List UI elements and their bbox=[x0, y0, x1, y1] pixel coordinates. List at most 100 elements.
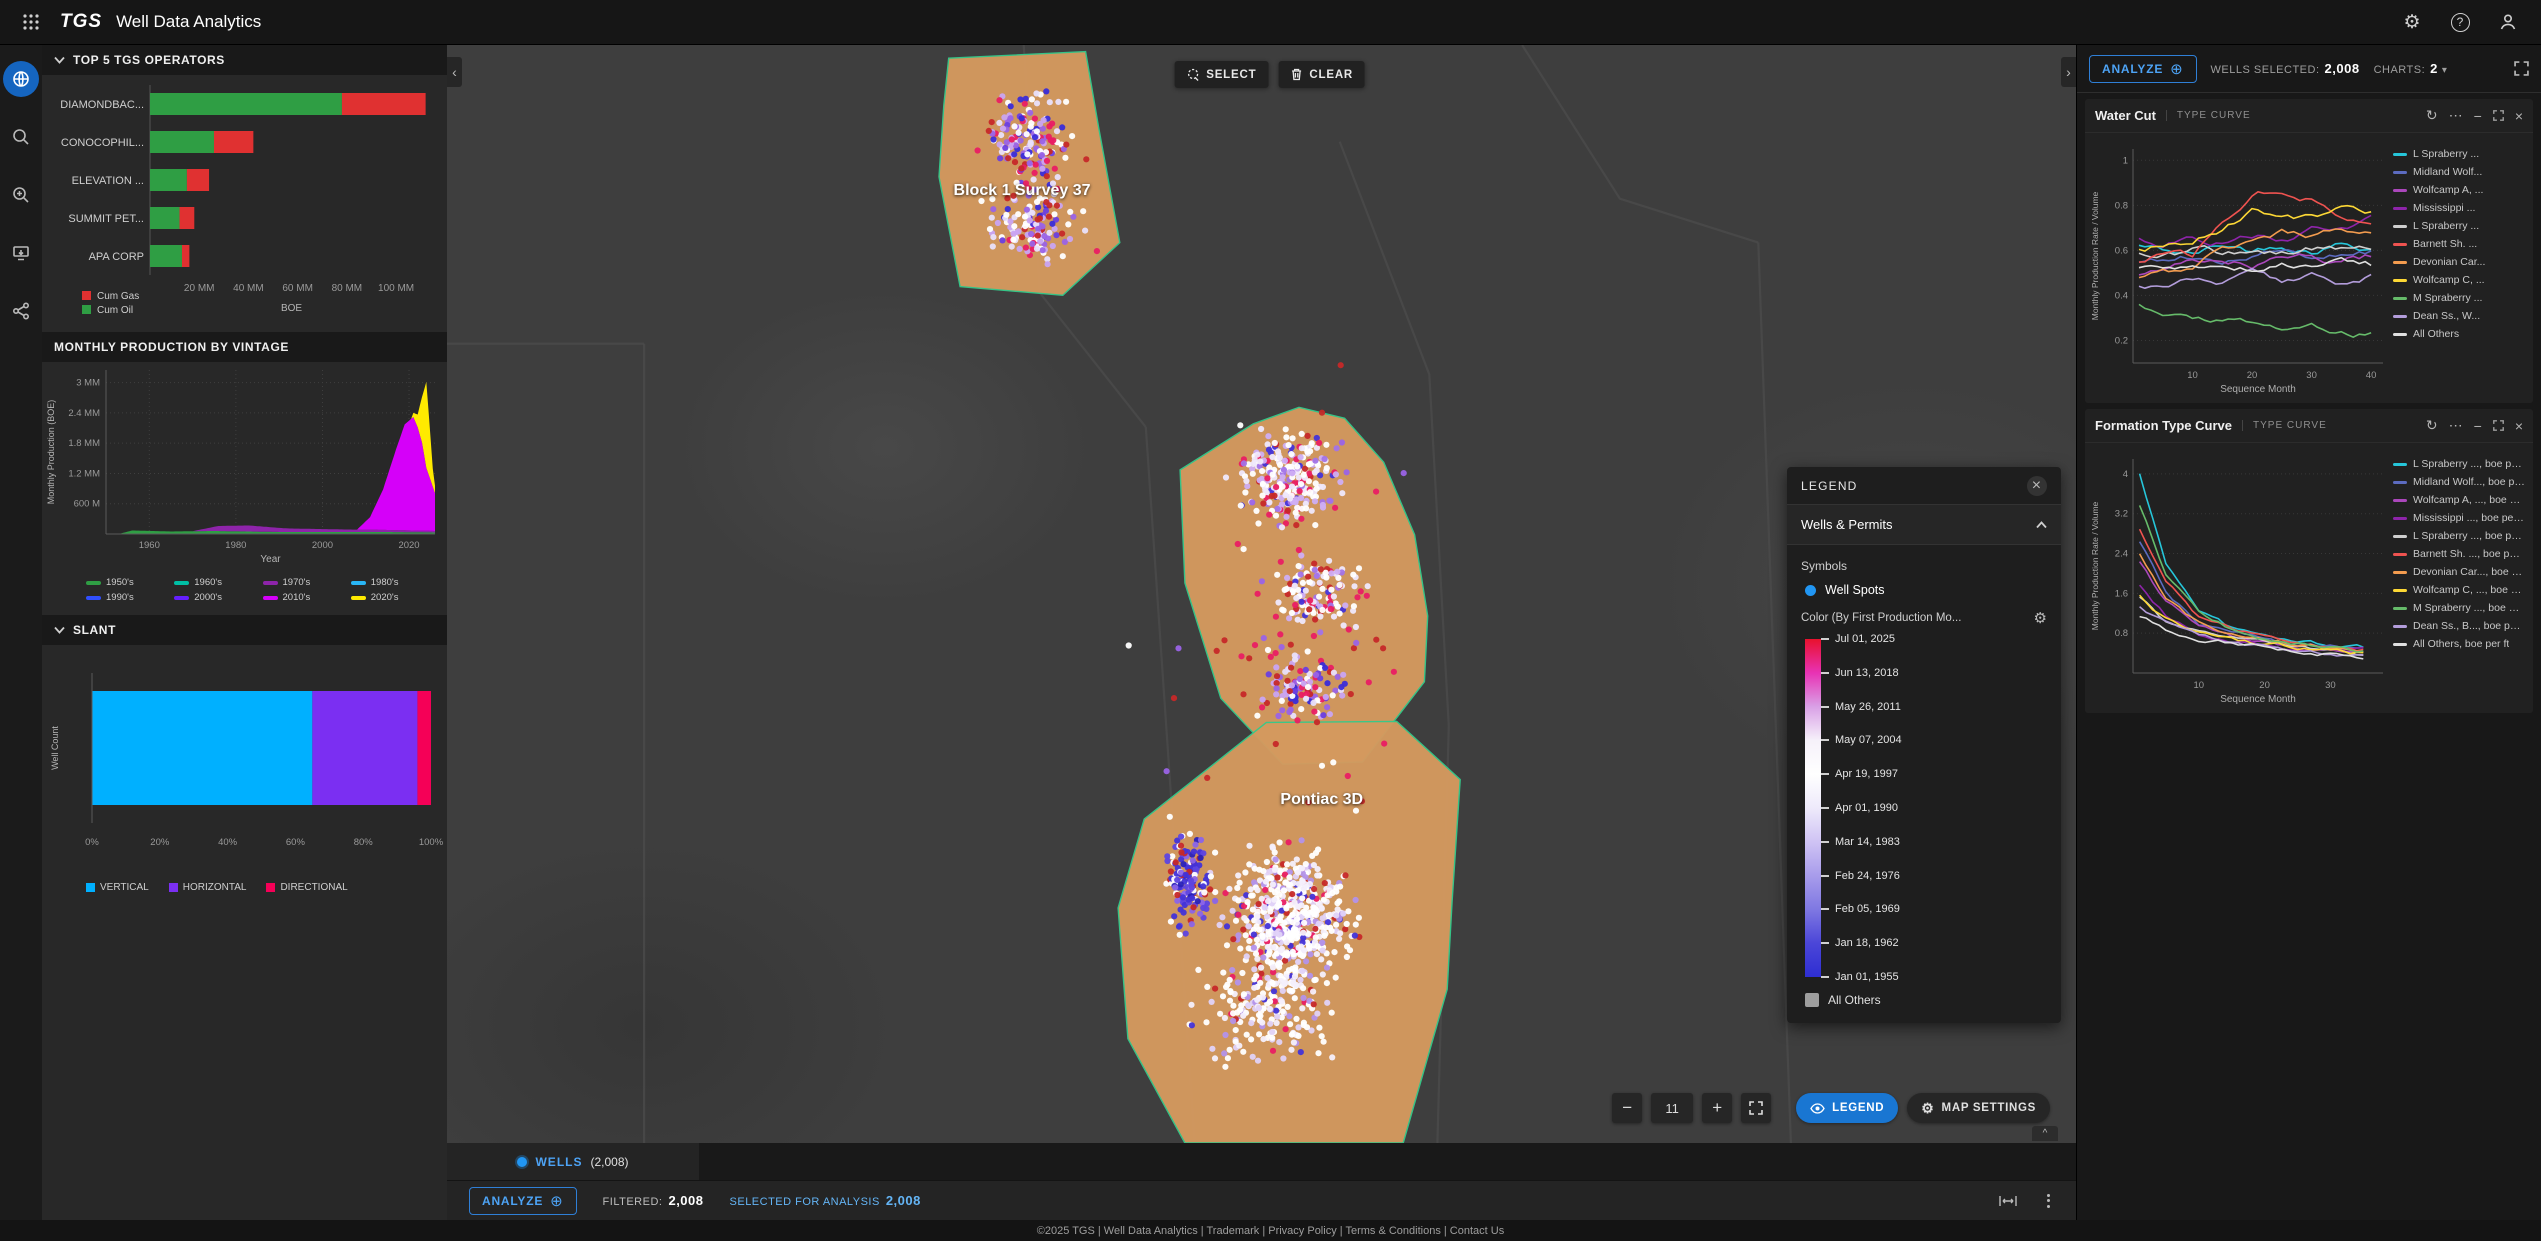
collapse-left-panel-button[interactable]: ‹ bbox=[447, 57, 462, 87]
minimize-icon[interactable]: − bbox=[2474, 108, 2482, 124]
share-tool-button[interactable] bbox=[3, 293, 39, 329]
legend-item[interactable]: 1960's bbox=[174, 577, 256, 588]
legend-label: Barnett Sh. ... bbox=[2413, 238, 2477, 250]
tab-wells[interactable]: WELLS (2,008) bbox=[447, 1143, 699, 1180]
map-fullscreen-button[interactable] bbox=[1741, 1093, 1771, 1123]
legend-item[interactable]: 1970's bbox=[263, 577, 345, 588]
svg-text:Well Count: Well Count bbox=[50, 726, 60, 770]
chart-legend-item[interactable]: Wolfcamp C, ... bbox=[2393, 271, 2525, 289]
chart-legend-item[interactable]: Wolfcamp A, ..., boe per ft bbox=[2393, 491, 2525, 509]
color-by-row: Color (By First Production Mo... ⚙ bbox=[1801, 609, 2047, 627]
gradient-tick bbox=[1821, 875, 1829, 877]
all-others-swatch bbox=[1805, 993, 1819, 1007]
collapse-bottom-panel-button[interactable]: ^ bbox=[2032, 1126, 2058, 1141]
close-icon[interactable]: × bbox=[2515, 418, 2523, 434]
expand-icon[interactable] bbox=[2493, 420, 2504, 431]
legend-swatch bbox=[174, 581, 189, 585]
legend-button[interactable]: LEGEND bbox=[1796, 1093, 1898, 1123]
tgs-logo: TGS bbox=[60, 11, 102, 33]
legend-item[interactable]: 2020's bbox=[351, 592, 433, 603]
chart-legend-item[interactable]: All Others bbox=[2393, 325, 2525, 343]
legend-item[interactable]: 1990's bbox=[86, 592, 168, 603]
chart-legend-item[interactable]: Wolfcamp C, ..., boe per ft bbox=[2393, 581, 2525, 599]
operators-section-header[interactable]: TOP 5 TGS OPERATORS bbox=[42, 45, 447, 75]
chart-legend-item[interactable]: Dean Ss., W... bbox=[2393, 307, 2525, 325]
search-wells-tool-button[interactable] bbox=[3, 177, 39, 213]
gradient-date-label: May 26, 2011 bbox=[1835, 701, 1901, 713]
legend-item[interactable]: 1950's bbox=[86, 577, 168, 588]
legend-item[interactable]: VERTICAL bbox=[86, 882, 149, 893]
chart-legend-item[interactable]: Barnett Sh. ... bbox=[2393, 235, 2525, 253]
color-settings-gear-icon[interactable]: ⚙ bbox=[2034, 609, 2047, 627]
legend-item[interactable]: 2010's bbox=[263, 592, 345, 603]
account-icon[interactable] bbox=[2493, 7, 2523, 37]
footer-links[interactable]: ©2025 TGS | Well Data Analytics | Tradem… bbox=[1037, 1225, 1504, 1237]
settings-gear-icon[interactable]: ⚙ bbox=[2397, 7, 2427, 37]
zoom-out-button[interactable]: − bbox=[1612, 1093, 1642, 1123]
svg-text:100 MM: 100 MM bbox=[378, 283, 414, 294]
chart-legend-item[interactable]: Mississippi ... bbox=[2393, 199, 2525, 217]
chart-legend-item[interactable]: Dean Ss., B..., boe per ft bbox=[2393, 617, 2525, 635]
map-settings-button[interactable]: ⚙ MAP SETTINGS bbox=[1907, 1093, 2050, 1123]
gear-icon: ⚙ bbox=[1921, 1100, 1934, 1117]
more-options-icon[interactable]: ⋯ bbox=[2449, 107, 2463, 124]
legend-label: HORIZONTAL bbox=[183, 882, 247, 893]
slant-section-header[interactable]: SLANT bbox=[42, 615, 447, 645]
panel-fullscreen-button[interactable] bbox=[2514, 61, 2529, 76]
chart-legend-item[interactable]: L Spraberry ..., boe per ft bbox=[2393, 527, 2525, 545]
search-tool-button[interactable] bbox=[3, 119, 39, 155]
svg-text:600 M: 600 M bbox=[74, 499, 100, 510]
map-canvas[interactable]: SELECT CLEAR ‹ › LEGEND × We bbox=[447, 45, 2076, 1143]
legend-label: 1970's bbox=[283, 577, 311, 588]
charts-dropdown[interactable]: CHARTS:2▾ bbox=[2374, 61, 2448, 76]
chart-legend-item[interactable]: Barnett Sh. ..., boe per ft bbox=[2393, 545, 2525, 563]
more-options-icon[interactable]: ⋯ bbox=[2449, 417, 2463, 434]
minimize-icon[interactable]: − bbox=[2474, 418, 2482, 434]
chart-legend-item[interactable]: Midland Wolf..., boe per ft bbox=[2393, 473, 2525, 491]
map-tool-button[interactable] bbox=[3, 61, 39, 97]
chart-legend-item[interactable]: Devonian Car... bbox=[2393, 253, 2525, 271]
svg-text:Monthly Production Rate / Volu: Monthly Production Rate / Volume bbox=[2090, 191, 2100, 320]
chart-legend-item[interactable]: L Spraberry ... bbox=[2393, 217, 2525, 235]
symbols-label: Symbols bbox=[1801, 559, 2047, 573]
legend-section-wells-permits[interactable]: Wells & Permits bbox=[1787, 505, 2061, 545]
help-icon[interactable]: ? bbox=[2445, 7, 2475, 37]
chart-legend-item[interactable]: M Spraberry ... bbox=[2393, 289, 2525, 307]
export-tool-button[interactable] bbox=[3, 235, 39, 271]
legend-item[interactable]: 2000's bbox=[174, 592, 256, 603]
chart-legend-item[interactable]: Wolfcamp A, ... bbox=[2393, 181, 2525, 199]
collapse-right-panel-button[interactable]: › bbox=[2061, 57, 2076, 87]
svg-text:1: 1 bbox=[2123, 155, 2128, 166]
select-button[interactable]: SELECT bbox=[1174, 61, 1268, 88]
chart-legend-item[interactable]: Devonian Car..., boe per ft bbox=[2393, 563, 2525, 581]
expand-width-button[interactable] bbox=[1999, 1195, 2017, 1207]
more-options-button[interactable] bbox=[2043, 1190, 2054, 1212]
chart-legend-item[interactable]: L Spraberry ..., boe per ft bbox=[2393, 455, 2525, 473]
chart-legend-item[interactable]: Mississippi ..., boe per ft bbox=[2393, 509, 2525, 527]
legend-label: All Others bbox=[2413, 328, 2459, 340]
gradient-tick bbox=[1821, 841, 1829, 843]
close-icon[interactable]: × bbox=[2515, 108, 2523, 124]
chart-legend-item[interactable]: All Others, boe per ft bbox=[2393, 635, 2525, 653]
chart-legend-item[interactable]: M Spraberry ..., boe per ft bbox=[2393, 599, 2525, 617]
chart-legend-item[interactable]: L Spraberry ... bbox=[2393, 145, 2525, 163]
legend-item[interactable]: DIRECTIONAL bbox=[266, 882, 347, 893]
svg-text:80 MM: 80 MM bbox=[332, 283, 363, 294]
legend-item[interactable]: HORIZONTAL bbox=[169, 882, 247, 893]
right-analytics-panel: ANALYZE⊕ WELLS SELECTED:2,008 CHARTS:2▾ … bbox=[2076, 45, 2541, 1220]
analyze-button[interactable]: ANALYZE⊕ bbox=[2089, 55, 2197, 83]
lasso-select-icon bbox=[1186, 68, 1199, 81]
analyze-button[interactable]: ANALYZE⊕ bbox=[469, 1187, 577, 1215]
chart-legend-item[interactable]: Midland Wolf... bbox=[2393, 163, 2525, 181]
clear-button[interactable]: CLEAR bbox=[1278, 61, 1365, 88]
close-icon[interactable]: × bbox=[2027, 476, 2047, 496]
refresh-icon[interactable]: ↻ bbox=[2426, 417, 2438, 434]
vintage-section-header[interactable]: MONTHLY PRODUCTION BY VINTAGE bbox=[42, 332, 447, 362]
legend-item[interactable]: 1980's bbox=[351, 577, 433, 588]
legend-date-stop: Apr 19, 1997 bbox=[1821, 768, 1898, 780]
refresh-icon[interactable]: ↻ bbox=[2426, 107, 2438, 124]
zoom-in-button[interactable]: + bbox=[1702, 1093, 1732, 1123]
gradient-date-label: Jul 01, 2025 bbox=[1835, 633, 1895, 645]
apps-grid-icon[interactable] bbox=[18, 9, 44, 35]
expand-icon[interactable] bbox=[2493, 110, 2504, 121]
